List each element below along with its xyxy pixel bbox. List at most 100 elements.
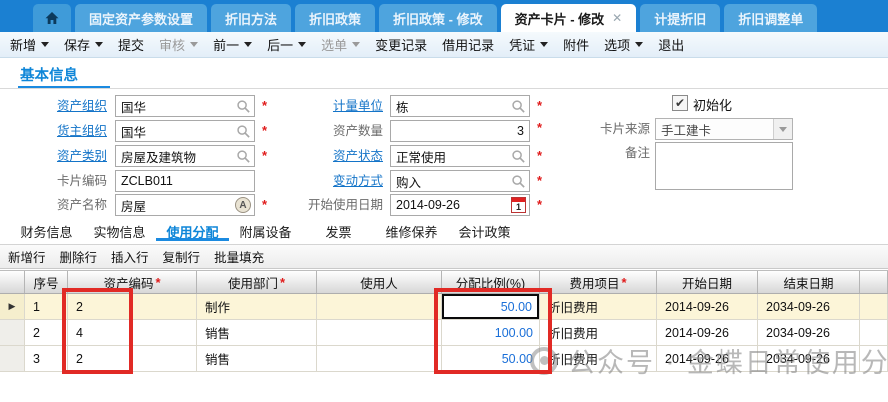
start-use-date-input[interactable]: 2014-09-26 1 xyxy=(390,194,530,216)
calendar-icon[interactable]: 1 xyxy=(511,197,526,213)
card-source-select[interactable]: 手工建卡 xyxy=(655,118,793,140)
tab-depreciation-policy[interactable]: 折旧政策 xyxy=(295,4,375,32)
cell-expense-item[interactable]: 折旧费用 xyxy=(540,294,657,320)
cell-asset-code[interactable]: 4 xyxy=(68,320,197,346)
cell-seq[interactable]: 1 xyxy=(25,294,68,320)
tab-accounting-policy[interactable]: 会计政策 xyxy=(448,219,521,247)
cell-end-date[interactable]: 2034-09-26 xyxy=(758,294,860,320)
next-button[interactable]: 后一 xyxy=(267,35,306,54)
asset-status-input[interactable]: 正常使用 xyxy=(390,145,530,167)
remark-textarea[interactable] xyxy=(655,142,793,190)
asset-name-input[interactable]: 房屋 A xyxy=(115,194,255,216)
audit-button[interactable]: 审核 xyxy=(159,35,198,54)
header-user[interactable]: 使用人 xyxy=(317,271,442,293)
chevron-down-icon xyxy=(244,42,252,47)
magnifier-icon[interactable] xyxy=(236,149,251,164)
asset-category-input[interactable]: 房屋及建筑物 xyxy=(115,145,255,167)
header-asset-code[interactable]: 资产编码* xyxy=(68,271,197,293)
options-button[interactable]: 选项 xyxy=(604,35,643,54)
cell-user[interactable] xyxy=(317,346,442,372)
pick-list-button[interactable]: 选单 xyxy=(321,35,360,54)
cell-expense-item[interactable]: 折旧费用 xyxy=(540,346,657,372)
cell-user[interactable] xyxy=(317,320,442,346)
header-expense-item[interactable]: 费用项目* xyxy=(540,271,657,293)
cell-seq[interactable]: 3 xyxy=(25,346,68,372)
header-end-date[interactable]: 结束日期 xyxy=(758,271,860,293)
magnifier-icon[interactable] xyxy=(511,149,526,164)
header-allocation-pct[interactable]: 分配比例(%) xyxy=(442,271,540,293)
unit-input[interactable]: 栋 xyxy=(390,95,530,117)
asset-category-label[interactable]: 资产类别 xyxy=(12,145,107,167)
add-row-button[interactable]: 新增行 xyxy=(8,247,46,266)
asset-org-label[interactable]: 资产组织 xyxy=(12,95,107,117)
attachment-button[interactable]: 附件 xyxy=(563,35,589,54)
cell-user[interactable] xyxy=(317,294,442,320)
exit-button[interactable]: 退出 xyxy=(658,35,684,54)
header-use-dept[interactable]: 使用部门* xyxy=(197,271,317,293)
cell-start-date[interactable]: 2014-09-26 xyxy=(657,346,758,372)
cell-seq[interactable]: 2 xyxy=(25,320,68,346)
cell-allocation-pct-active[interactable]: 50.00 xyxy=(442,294,540,320)
header-row-indicator[interactable] xyxy=(0,271,25,293)
tab-usage-allocation[interactable]: 使用分配 xyxy=(156,219,229,247)
row-indicator-cell[interactable] xyxy=(0,346,25,372)
tab-home[interactable] xyxy=(33,4,71,32)
submit-button[interactable]: 提交 xyxy=(118,35,144,54)
cell-use-dept[interactable]: 销售 xyxy=(197,346,317,372)
tab-depreciation-method[interactable]: 折旧方法 xyxy=(211,4,291,32)
cell-allocation-pct[interactable]: 50.00 xyxy=(442,346,540,372)
cell-allocation-pct[interactable]: 100.00 xyxy=(442,320,540,346)
owner-org-label[interactable]: 货主组织 xyxy=(12,120,107,142)
magnifier-icon[interactable] xyxy=(511,99,526,114)
cell-asset-code[interactable]: 2 xyxy=(68,294,197,320)
close-icon[interactable]: ✕ xyxy=(612,11,622,25)
cell-asset-code[interactable]: 2 xyxy=(68,346,197,372)
new-button[interactable]: 新增 xyxy=(10,35,49,54)
row-indicator-cell[interactable] xyxy=(0,320,25,346)
cell-end-date[interactable]: 2034-09-26 xyxy=(758,320,860,346)
tab-fixed-asset-params[interactable]: 固定资产参数设置 xyxy=(75,4,207,32)
change-mode-input[interactable]: 购入 xyxy=(390,170,530,192)
asset-org-input[interactable]: 国华 xyxy=(115,95,255,117)
initialize-checkbox[interactable]: ✔ xyxy=(672,95,688,111)
magnifier-icon[interactable] xyxy=(511,174,526,189)
row-indicator-cell[interactable]: ▶ xyxy=(0,294,25,320)
asset-status-label[interactable]: 资产状态 xyxy=(288,145,383,167)
magnifier-icon[interactable] xyxy=(236,99,251,114)
tab-depreciation-policy-edit[interactable]: 折旧政策 - 修改 xyxy=(379,4,497,32)
tab-depreciation-adjustment[interactable]: 折旧调整单 xyxy=(724,4,817,32)
detail-tab-bar: 财务信息 实物信息 使用分配 附属设备 发票 维修保养 会计政策 xyxy=(10,219,521,247)
translate-icon[interactable]: A xyxy=(235,197,251,213)
insert-row-button[interactable]: 插入行 xyxy=(111,247,149,266)
cell-end-date[interactable]: 2034-09-26 xyxy=(758,346,860,372)
tab-maintenance[interactable]: 维修保养 xyxy=(375,219,448,247)
header-seq[interactable]: 序号 xyxy=(25,271,68,293)
tab-invoice[interactable]: 发票 xyxy=(302,219,375,247)
card-code-input[interactable]: ZCLB011 xyxy=(115,170,255,192)
save-button[interactable]: 保存 xyxy=(64,35,103,54)
tab-asset-card-edit[interactable]: 资产卡片 - 修改 ✕ xyxy=(501,4,637,32)
cell-use-dept[interactable]: 销售 xyxy=(197,320,317,346)
cell-expense-item[interactable]: 折旧费用 xyxy=(540,320,657,346)
borrow-record-button[interactable]: 借用记录 xyxy=(442,35,494,54)
magnifier-icon[interactable] xyxy=(236,124,251,139)
voucher-button[interactable]: 凭证 xyxy=(509,35,548,54)
header-start-date[interactable]: 开始日期 xyxy=(657,271,758,293)
change-record-button[interactable]: 变更记录 xyxy=(375,35,427,54)
batch-fill-button[interactable]: 批量填充 xyxy=(214,247,264,266)
cell-start-date[interactable]: 2014-09-26 xyxy=(657,294,758,320)
change-mode-label[interactable]: 变动方式 xyxy=(288,170,383,192)
asset-quantity-input[interactable]: 3 xyxy=(390,120,530,142)
copy-row-button[interactable]: 复制行 xyxy=(163,247,201,266)
delete-row-button[interactable]: 删除行 xyxy=(60,247,98,266)
unit-label[interactable]: 计量单位 xyxy=(288,95,383,117)
cell-use-dept[interactable]: 制作 xyxy=(197,294,317,320)
tab-finance-info[interactable]: 财务信息 xyxy=(10,219,83,247)
tab-accrue-depreciation[interactable]: 计提折旧 xyxy=(640,4,720,32)
cell-start-date[interactable]: 2014-09-26 xyxy=(657,320,758,346)
owner-org-input[interactable]: 国华 xyxy=(115,120,255,142)
tab-physical-info[interactable]: 实物信息 xyxy=(83,219,156,247)
previous-button[interactable]: 前一 xyxy=(213,35,252,54)
tab-accessory-equipment[interactable]: 附属设备 xyxy=(229,219,302,247)
home-icon xyxy=(44,10,60,26)
